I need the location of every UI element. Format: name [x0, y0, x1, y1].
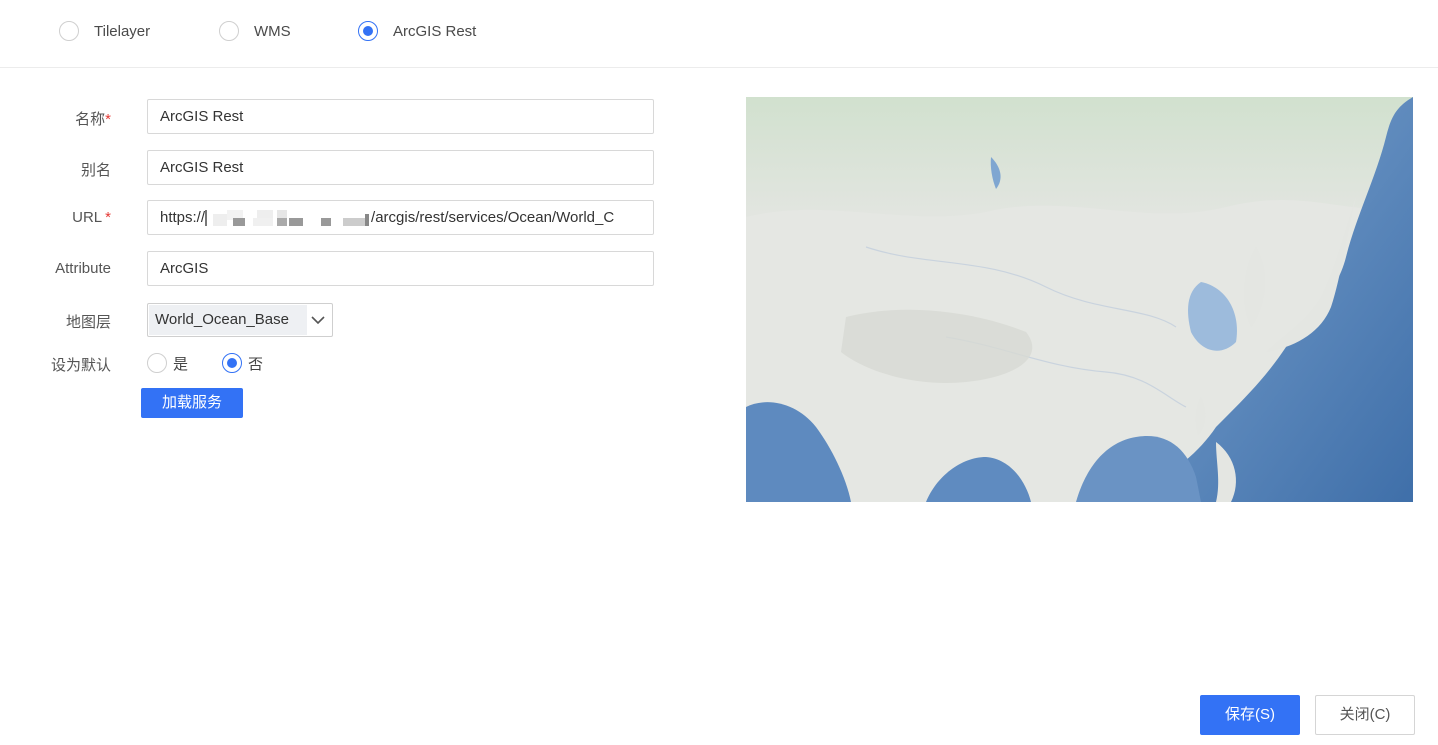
map-preview[interactable]	[746, 97, 1413, 502]
layer-type-label: WMS	[254, 22, 291, 40]
attribute-label-text: Attribute	[55, 260, 111, 277]
radio-icon[interactable]	[59, 21, 79, 41]
url-prefix: https://	[160, 209, 206, 226]
attribute-input[interactable]: ArcGIS	[147, 251, 654, 286]
set-default-no[interactable]: 否	[222, 352, 263, 374]
radio-icon[interactable]	[219, 21, 239, 41]
alias-label: 别名	[0, 150, 111, 186]
layer-type-label: ArcGIS Rest	[393, 22, 477, 40]
layer-type-label: Tilelayer	[94, 22, 151, 40]
load-service-button[interactable]: 加载服务	[141, 388, 243, 418]
set-default-label-text: 设为默认	[50, 357, 111, 374]
map-layer-label-text: 地图层	[65, 314, 111, 331]
map-layer-select[interactable]: World_Ocean_Base	[147, 303, 333, 337]
layer-type-wms[interactable]: WMS	[219, 20, 291, 42]
map-preview-image	[746, 97, 1413, 502]
name-label-text: 名称	[75, 111, 106, 128]
attribute-label: Attribute	[0, 251, 111, 287]
name-input[interactable]: ArcGIS Rest	[147, 99, 654, 134]
url-input[interactable]: https:// /arcgis/rest/services/Ocean/Worl…	[147, 200, 654, 235]
name-label: 名称*	[0, 99, 111, 135]
url-label-text: URL	[72, 209, 103, 226]
layer-type-arcgis-rest[interactable]: ArcGIS Rest	[358, 20, 476, 42]
set-default-yes-label: 是	[173, 355, 189, 373]
redacted-host-mask	[205, 210, 370, 227]
set-default-label: 设为默认	[0, 345, 111, 381]
set-default-no-label: 否	[248, 355, 264, 373]
required-mark: *	[105, 209, 111, 226]
set-default-yes[interactable]: 是	[147, 352, 188, 374]
radio-selected-icon[interactable]	[222, 353, 242, 373]
layer-type-tilelayer[interactable]: Tilelayer	[59, 20, 150, 42]
chevron-down-icon[interactable]	[310, 312, 326, 328]
url-label: URL *	[0, 200, 111, 236]
map-layer-label: 地图层	[0, 302, 111, 338]
map-layer-selected-value: World_Ocean_Base	[149, 305, 307, 335]
close-button[interactable]: 关闭(C)	[1315, 695, 1415, 735]
url-suffix: /arcgis/rest/services/Ocean/World_C	[371, 209, 615, 226]
save-button[interactable]: 保存(S)	[1200, 695, 1300, 735]
radio-icon[interactable]	[147, 353, 167, 373]
alias-label-text: 别名	[80, 162, 111, 179]
alias-input[interactable]: ArcGIS Rest	[147, 150, 654, 185]
required-mark: *	[105, 111, 111, 128]
layer-type-bar: Tilelayer WMS ArcGIS Rest	[0, 0, 1438, 68]
radio-selected-icon[interactable]	[358, 21, 378, 41]
